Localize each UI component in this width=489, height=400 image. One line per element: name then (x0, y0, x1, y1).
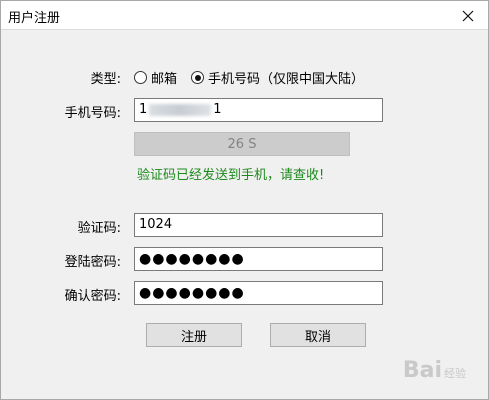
register-button-label: 注册 (180, 329, 207, 345)
radio-phone[interactable]: 手机号码（仅限中国大陆） (191, 68, 364, 87)
code-sent-message: 验证码已经发送到手机，请查收! (137, 168, 325, 183)
close-icon (462, 10, 474, 21)
type-radio-group: 邮箱 手机号码（仅限中国大陆） (134, 68, 378, 87)
type-label: 类型: (90, 72, 121, 87)
code-label: 验证码: (77, 221, 121, 236)
phone-label: 手机号码: (64, 106, 121, 121)
close-button[interactable] (448, 1, 488, 30)
code-input[interactable]: 1024 (134, 213, 383, 237)
password-label: 登陆密码: (64, 255, 121, 270)
radio-email-label: 邮箱 (151, 72, 178, 87)
watermark-sub: 经验 (444, 367, 466, 380)
radio-email[interactable]: 邮箱 (134, 68, 177, 87)
register-window: 用户注册 类型: 邮箱 手机号码（仅限中国大陆） 手机号码: 11 26 S 验… (0, 0, 489, 400)
title-bar: 用户注册 (1, 1, 488, 30)
phone-input[interactable]: 11 (134, 98, 383, 122)
password-mask: ●●●●●●●● (139, 251, 245, 267)
baidu-watermark: Bai 经验 (403, 358, 466, 383)
radio-email-circle (134, 71, 147, 84)
phone-redacted (149, 103, 212, 116)
cancel-button-label: 取消 (304, 329, 331, 345)
resend-countdown-button[interactable]: 26 S (134, 132, 350, 156)
countdown-label: 26 S (227, 136, 257, 152)
radio-phone-label: 手机号码（仅限中国大陆） (208, 72, 365, 87)
radio-phone-circle (191, 71, 205, 84)
cancel-button[interactable]: 取消 (270, 323, 366, 347)
code-value: 1024 (139, 217, 173, 232)
phone-suffix: 1 (213, 102, 222, 117)
confirm-password-mask: ●●●●●●●● (139, 285, 245, 301)
confirm-password-input[interactable]: ●●●●●●●● (134, 281, 383, 305)
window-title: 用户注册 (8, 11, 61, 26)
phone-prefix: 1 (139, 102, 148, 117)
register-button[interactable]: 注册 (146, 323, 242, 347)
confirm-password-label: 确认密码: (64, 289, 121, 304)
password-input[interactable]: ●●●●●●●● (134, 247, 383, 271)
watermark-logo: Bai (402, 358, 442, 383)
